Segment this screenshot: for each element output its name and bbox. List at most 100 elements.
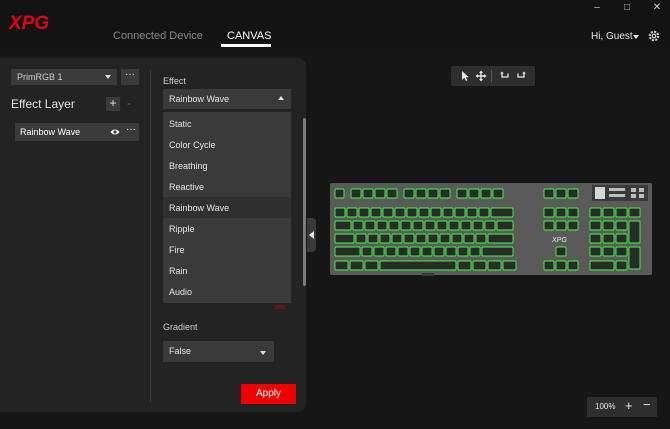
maximize-button[interactable]: □ xyxy=(620,2,634,14)
keyboard-key[interactable] xyxy=(334,260,349,271)
undo-icon[interactable] xyxy=(499,70,511,82)
keyboard-key[interactable] xyxy=(615,220,628,231)
keyboard-key[interactable] xyxy=(424,220,436,231)
keyboard-key[interactable] xyxy=(415,233,427,244)
keyboard-key[interactable] xyxy=(484,220,496,231)
keyboard-key[interactable] xyxy=(602,233,615,244)
keyboard-key[interactable] xyxy=(433,246,445,257)
effect-option-reactive[interactable]: Reactive xyxy=(163,176,291,197)
keyboard-key[interactable] xyxy=(589,233,602,244)
keyboard-key[interactable] xyxy=(492,188,504,199)
gear-icon[interactable] xyxy=(648,30,660,42)
chevron-up-icon[interactable] xyxy=(278,96,284,100)
profile-select[interactable]: PrimRGB 1 xyxy=(11,69,117,85)
apply-button[interactable]: Apply xyxy=(241,384,296,404)
keyboard-key[interactable] xyxy=(567,188,579,199)
keyboard-key[interactable] xyxy=(367,233,379,244)
keyboard-key[interactable] xyxy=(555,246,567,257)
tab-canvas[interactable]: CANVAS xyxy=(227,30,271,42)
keyboard-key[interactable] xyxy=(502,260,517,271)
keyboard-key[interactable] xyxy=(334,246,361,257)
keyboard-key[interactable] xyxy=(427,233,439,244)
keyboard-key[interactable] xyxy=(334,188,345,199)
keyboard-key[interactable] xyxy=(364,260,379,271)
keyboard-key[interactable] xyxy=(358,207,370,218)
keyboard-key[interactable] xyxy=(391,233,403,244)
keyboard-key[interactable] xyxy=(349,260,364,271)
keyboard-key[interactable] xyxy=(400,220,412,231)
chevron-down-icon[interactable] xyxy=(105,75,111,79)
profile-more-button[interactable]: ··· xyxy=(121,69,139,85)
keyboard-key[interactable] xyxy=(352,220,364,231)
add-layer-button[interactable]: + xyxy=(106,97,120,111)
keyboard-key[interactable] xyxy=(628,246,641,270)
keyboard-key[interactable] xyxy=(445,246,457,257)
layer-more-button[interactable]: ··· xyxy=(126,124,136,135)
keyboard-key[interactable] xyxy=(543,260,555,271)
effect-option-breathing[interactable]: Breathing xyxy=(163,155,291,176)
effect-option-color-cycle[interactable]: Color Cycle xyxy=(163,134,291,155)
keyboard-key[interactable] xyxy=(615,246,628,257)
keyboard-key[interactable] xyxy=(385,246,397,257)
keyboard-key[interactable] xyxy=(364,220,376,231)
keyboard-key[interactable] xyxy=(589,207,602,218)
redo-icon[interactable] xyxy=(515,70,527,82)
keyboard-key[interactable] xyxy=(487,233,514,244)
keyboard-key[interactable] xyxy=(415,188,427,199)
keyboard-key[interactable] xyxy=(490,207,514,218)
eye-icon[interactable] xyxy=(110,128,120,136)
keyboard-key[interactable] xyxy=(355,233,367,244)
keyboard-key[interactable] xyxy=(388,220,400,231)
keyboard-key[interactable] xyxy=(430,207,442,218)
keyboard-key[interactable] xyxy=(589,220,602,231)
keyboard-key[interactable] xyxy=(379,233,391,244)
zoom-in-button[interactable]: + xyxy=(625,398,633,413)
keyboard-key[interactable] xyxy=(480,188,492,199)
remove-layer-button[interactable]: - xyxy=(127,96,131,110)
keyboard-key[interactable] xyxy=(374,188,386,199)
close-button[interactable]: ✕ xyxy=(650,2,664,14)
keyboard-key[interactable] xyxy=(427,188,439,199)
keyboard-key[interactable] xyxy=(555,188,567,199)
keyboard-key[interactable] xyxy=(468,188,480,199)
keyboard-key[interactable] xyxy=(615,233,628,244)
keyboard-key[interactable] xyxy=(403,233,415,244)
keyboard-key[interactable] xyxy=(543,207,555,218)
effect-option-audio[interactable]: Audio xyxy=(163,281,291,302)
keyboard-key[interactable] xyxy=(628,220,641,244)
keyboard-key[interactable] xyxy=(567,220,579,231)
keyboard-key[interactable] xyxy=(555,207,567,218)
keyboard-key[interactable] xyxy=(334,220,352,231)
keyboard-key[interactable] xyxy=(379,260,457,271)
keyboard-key[interactable] xyxy=(567,260,579,271)
effect-option-ripple[interactable]: Ripple xyxy=(163,218,291,239)
keyboard-key[interactable] xyxy=(602,207,615,218)
keyboard-key[interactable] xyxy=(567,207,579,218)
keyboard-key[interactable] xyxy=(555,220,567,231)
keyboard-key[interactable] xyxy=(454,207,466,218)
keyboard-key[interactable] xyxy=(496,220,514,231)
keyboard-key[interactable] xyxy=(376,220,388,231)
keyboard-key[interactable] xyxy=(370,207,382,218)
keyboard-key[interactable] xyxy=(421,246,433,257)
keyboard-key[interactable] xyxy=(589,246,602,257)
keyboard-key[interactable] xyxy=(442,207,454,218)
keyboard-key[interactable] xyxy=(394,207,406,218)
cursor-icon[interactable] xyxy=(459,70,471,82)
chevron-down-icon[interactable] xyxy=(260,351,266,355)
panel-scrollbar[interactable] xyxy=(303,118,306,286)
keyboard-key[interactable] xyxy=(403,188,415,199)
gradient-select[interactable]: False xyxy=(163,341,274,362)
effect-option-rainbow-wave[interactable]: Rainbow Wave xyxy=(163,197,291,218)
keyboard-key[interactable] xyxy=(615,260,628,271)
keyboard-key[interactable] xyxy=(439,188,451,199)
keyboard-key[interactable] xyxy=(409,246,421,257)
effect-option-static[interactable]: Static xyxy=(163,113,291,134)
keyboard-key[interactable] xyxy=(475,233,487,244)
minimize-button[interactable]: – xyxy=(590,2,604,14)
move-icon[interactable] xyxy=(475,70,487,82)
keyboard-key[interactable] xyxy=(334,233,355,244)
keyboard-key[interactable] xyxy=(602,246,615,257)
keyboard-key[interactable] xyxy=(615,207,628,218)
keyboard-key[interactable] xyxy=(451,233,463,244)
